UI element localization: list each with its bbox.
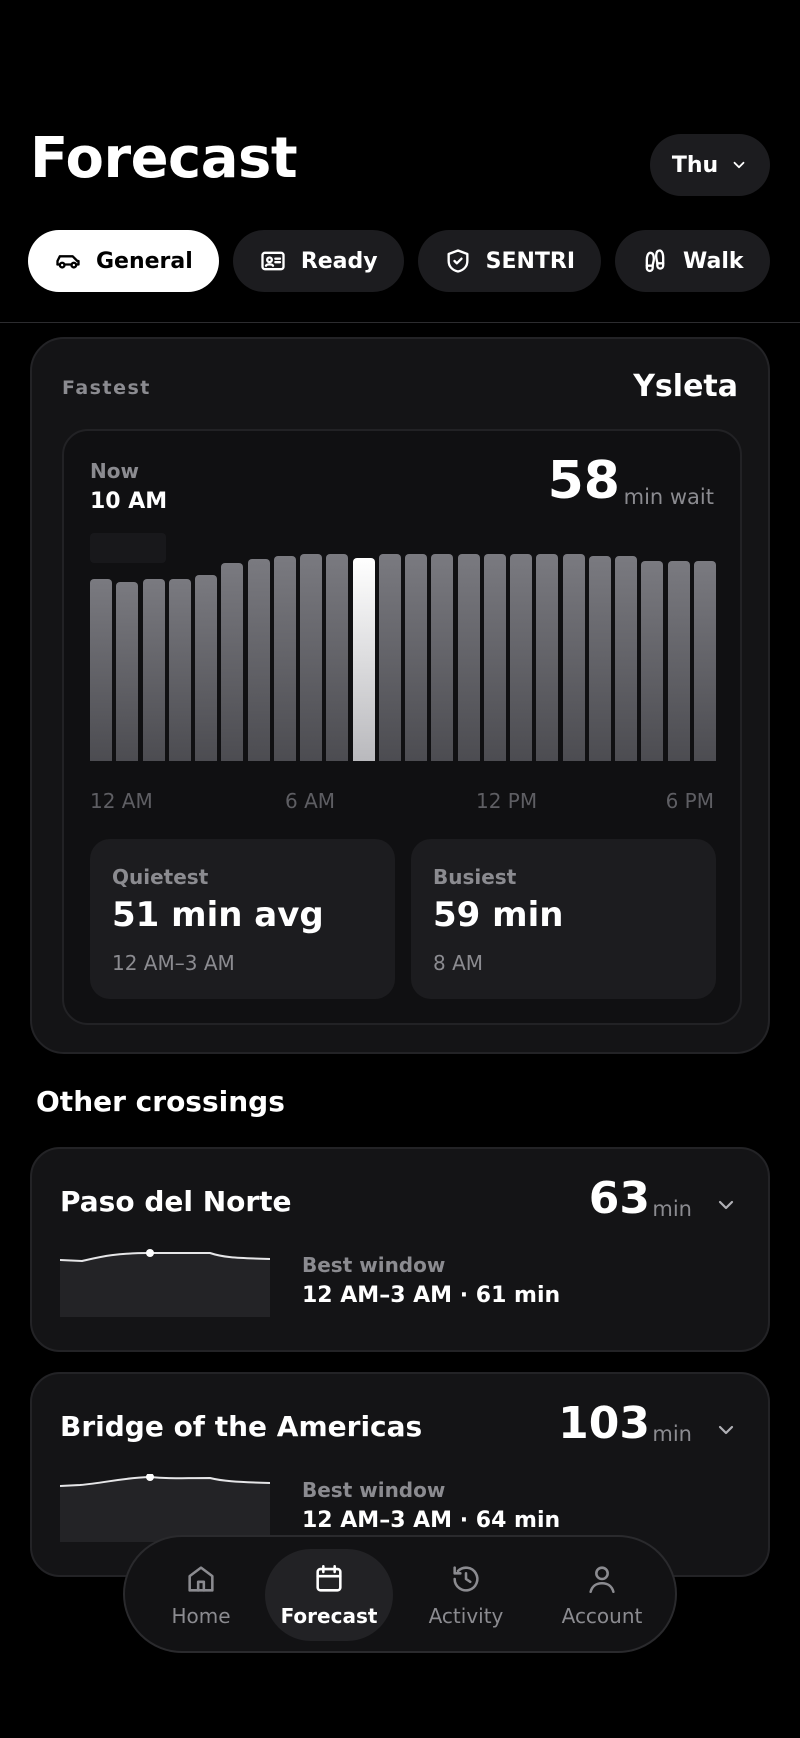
filter-label: SENTRI [485,248,576,274]
chart-bar [483,554,506,761]
best-window-value: 12 AM–3 AM · 64 min [302,1508,561,1533]
chart-shadow [90,533,166,563]
now-label: Now [90,459,139,483]
chart-bar [247,559,270,761]
chevron-down-icon[interactable] [714,1193,738,1217]
chart-bar [116,582,139,761]
crossing-type-filters: General Ready SENTRI Walk [28,230,770,292]
crossing-name: Bridge of the Americas [60,1410,423,1443]
filter-sentri[interactable]: SENTRI [417,230,602,292]
chart-bar [273,555,296,761]
chart-bar [405,554,428,761]
now-time: 10 AM [90,489,168,514]
day-label: Thu [671,152,719,178]
chart-bar [457,554,480,761]
port-name: Ysleta [633,369,738,404]
chart-bar [378,554,401,761]
chart-bar [615,555,638,761]
current-wait-value: 58 [547,451,620,511]
chart-bar [510,554,533,761]
nav-activity[interactable]: Activity [402,1549,530,1641]
nav-label: Forecast [280,1604,378,1628]
user-icon [589,1566,615,1594]
fastest-label: Fastest [62,377,151,399]
other-crossings-title: Other crossings [36,1085,285,1118]
stat-value: 51 min avg [112,895,324,935]
sparkline [60,1249,270,1317]
best-window-label: Best window [302,1478,446,1502]
filter-label: General [96,248,193,274]
best-window-label: Best window [302,1253,446,1277]
bottom-nav: Home Forecast Activity Account [123,1535,677,1653]
forecast-card: Fastest Ysleta Now 10 AM 58 min wait 12 … [30,337,770,1054]
stat-subtext: 12 AM–3 AM [112,951,235,975]
filter-general[interactable]: General [28,230,219,292]
nav-home[interactable]: Home [137,1549,265,1641]
crossing-wait-unit: min [652,1422,692,1446]
footprints-icon [645,249,665,273]
chart-bar [90,578,113,761]
filter-ready[interactable]: Ready [232,230,404,292]
home-icon [188,1566,214,1592]
x-tick-label: 6 PM [665,789,714,813]
wait-chart-panel: Now 10 AM 58 min wait 12 AM 6 AM 12 PM 6… [62,429,742,1025]
quietest-stat: Quietest 51 min avg 12 AM–3 AM [90,839,395,999]
crossing-name: Paso del Norte [60,1185,292,1218]
chart-bar [588,555,611,761]
chart-bar [352,557,375,761]
chart-bar [142,578,165,761]
chart-bar [562,554,585,761]
stat-subtext: 8 AM [433,951,484,975]
x-tick-label: 12 AM [90,789,153,813]
page-title: Forecast [30,126,298,191]
crossing-wait-value: 63 [588,1173,650,1224]
chart-bar [536,554,559,761]
car-icon [56,255,80,269]
crossing-wait-unit: min [652,1197,692,1221]
day-selector[interactable]: Thu [650,134,770,196]
filter-label: Ready [300,248,378,274]
busiest-stat: Busiest 59 min 8 AM [411,839,716,999]
stat-label: Quietest [112,865,209,889]
stat-label: Busiest [433,865,517,889]
calendar-icon [316,1564,342,1592]
hourly-wait-chart[interactable] [90,533,716,761]
chart-bar [195,575,218,761]
crossing-card-paso-del-norte[interactable]: Paso del Norte 63 min Best window 12 AM–… [30,1147,770,1352]
chart-bar [221,562,244,761]
chart-bar [641,561,664,761]
chart-bar [431,554,454,761]
x-tick-label: 6 AM [285,789,336,813]
shield-check-icon [447,249,469,273]
filter-walk[interactable]: Walk [615,230,770,292]
current-wait-unit: min wait [623,485,714,509]
id-card-icon [261,251,285,271]
nav-forecast[interactable]: Forecast [265,1549,393,1641]
history-icon [453,1566,479,1592]
nav-label: Home [171,1604,231,1628]
best-window-value: 12 AM–3 AM · 61 min [302,1283,561,1308]
chevron-down-icon [733,161,745,169]
nav-label: Activity [428,1604,504,1628]
nav-label: Account [561,1604,643,1628]
chevron-down-icon[interactable] [714,1418,738,1442]
stat-value: 59 min [433,895,564,935]
chart-bar [168,578,191,761]
chart-bar [693,561,716,761]
chart-bar [667,561,690,761]
x-tick-label: 12 PM [476,789,538,813]
filter-label: Walk [683,248,744,274]
chart-bar [326,554,349,761]
nav-account[interactable]: Account [538,1549,666,1641]
header-divider [0,322,800,323]
crossing-wait-value: 103 [558,1398,650,1449]
sparkline [60,1474,270,1542]
chart-bar [300,554,323,761]
